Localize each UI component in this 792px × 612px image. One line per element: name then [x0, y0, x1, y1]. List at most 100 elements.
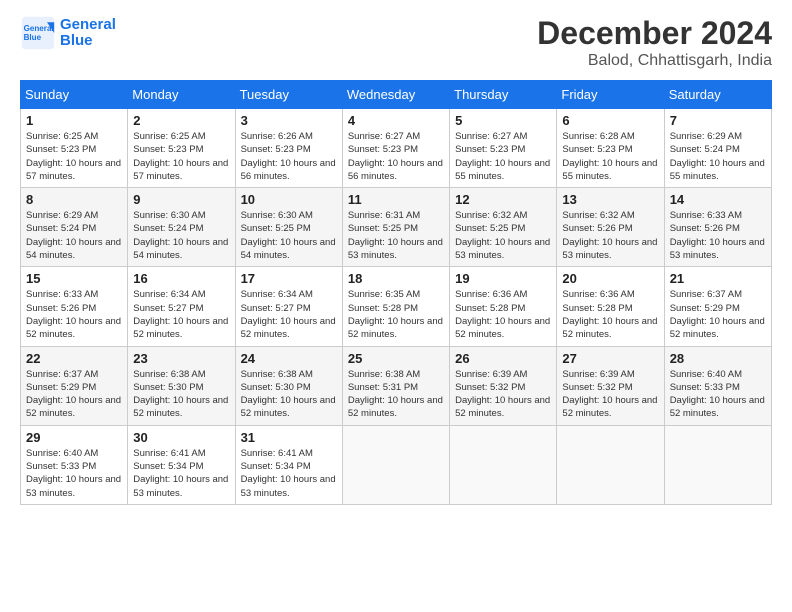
- day-info: Sunrise: 6:34 AM Sunset: 5:27 PM Dayligh…: [133, 288, 229, 341]
- day-info: Sunrise: 6:40 AM Sunset: 5:33 PM Dayligh…: [26, 447, 122, 500]
- calendar-cell: 13 Sunrise: 6:32 AM Sunset: 5:26 PM Dayl…: [557, 188, 664, 267]
- logo-text: General Blue: [60, 17, 116, 50]
- day-number: 7: [670, 113, 766, 128]
- day-info: Sunrise: 6:38 AM Sunset: 5:31 PM Dayligh…: [348, 368, 444, 421]
- calendar-cell: 6 Sunrise: 6:28 AM Sunset: 5:23 PM Dayli…: [557, 109, 664, 188]
- day-info: Sunrise: 6:25 AM Sunset: 5:23 PM Dayligh…: [133, 130, 229, 183]
- day-info: Sunrise: 6:32 AM Sunset: 5:25 PM Dayligh…: [455, 209, 551, 262]
- day-info: Sunrise: 6:37 AM Sunset: 5:29 PM Dayligh…: [26, 368, 122, 421]
- calendar-cell: 19 Sunrise: 6:36 AM Sunset: 5:28 PM Dayl…: [450, 267, 557, 346]
- day-number: 19: [455, 271, 551, 286]
- weekday-header-saturday: Saturday: [664, 81, 771, 109]
- calendar-cell: 26 Sunrise: 6:39 AM Sunset: 5:32 PM Dayl…: [450, 346, 557, 425]
- week-row-1: 1 Sunrise: 6:25 AM Sunset: 5:23 PM Dayli…: [21, 109, 772, 188]
- header: General Blue General Blue December 2024 …: [20, 15, 772, 70]
- day-number: 17: [241, 271, 337, 286]
- day-info: Sunrise: 6:25 AM Sunset: 5:23 PM Dayligh…: [26, 130, 122, 183]
- day-number: 28: [670, 351, 766, 366]
- day-info: Sunrise: 6:33 AM Sunset: 5:26 PM Dayligh…: [670, 209, 766, 262]
- calendar-cell: 18 Sunrise: 6:35 AM Sunset: 5:28 PM Dayl…: [342, 267, 449, 346]
- calendar-cell: 30 Sunrise: 6:41 AM Sunset: 5:34 PM Dayl…: [128, 425, 235, 504]
- day-number: 11: [348, 192, 444, 207]
- calendar-cell: 25 Sunrise: 6:38 AM Sunset: 5:31 PM Dayl…: [342, 346, 449, 425]
- day-info: Sunrise: 6:26 AM Sunset: 5:23 PM Dayligh…: [241, 130, 337, 183]
- calendar-cell: 14 Sunrise: 6:33 AM Sunset: 5:26 PM Dayl…: [664, 188, 771, 267]
- day-number: 5: [455, 113, 551, 128]
- title-block: December 2024 Balod, Chhattisgarh, India: [537, 15, 772, 70]
- day-number: 12: [455, 192, 551, 207]
- day-info: Sunrise: 6:41 AM Sunset: 5:34 PM Dayligh…: [241, 447, 337, 500]
- day-info: Sunrise: 6:32 AM Sunset: 5:26 PM Dayligh…: [562, 209, 658, 262]
- day-number: 20: [562, 271, 658, 286]
- day-info: Sunrise: 6:36 AM Sunset: 5:28 PM Dayligh…: [455, 288, 551, 341]
- svg-text:Blue: Blue: [24, 33, 42, 42]
- day-number: 29: [26, 430, 122, 445]
- day-info: Sunrise: 6:41 AM Sunset: 5:34 PM Dayligh…: [133, 447, 229, 500]
- day-info: Sunrise: 6:29 AM Sunset: 5:24 PM Dayligh…: [26, 209, 122, 262]
- day-number: 18: [348, 271, 444, 286]
- calendar-cell: 2 Sunrise: 6:25 AM Sunset: 5:23 PM Dayli…: [128, 109, 235, 188]
- day-info: Sunrise: 6:30 AM Sunset: 5:24 PM Dayligh…: [133, 209, 229, 262]
- week-row-2: 8 Sunrise: 6:29 AM Sunset: 5:24 PM Dayli…: [21, 188, 772, 267]
- page: General Blue General Blue December 2024 …: [0, 0, 792, 520]
- calendar-cell: [342, 425, 449, 504]
- day-number: 25: [348, 351, 444, 366]
- calendar-cell: 3 Sunrise: 6:26 AM Sunset: 5:23 PM Dayli…: [235, 109, 342, 188]
- weekday-header-tuesday: Tuesday: [235, 81, 342, 109]
- day-number: 9: [133, 192, 229, 207]
- calendar-cell: 16 Sunrise: 6:34 AM Sunset: 5:27 PM Dayl…: [128, 267, 235, 346]
- calendar-cell: 24 Sunrise: 6:38 AM Sunset: 5:30 PM Dayl…: [235, 346, 342, 425]
- calendar-cell: 20 Sunrise: 6:36 AM Sunset: 5:28 PM Dayl…: [557, 267, 664, 346]
- day-number: 3: [241, 113, 337, 128]
- day-number: 14: [670, 192, 766, 207]
- calendar-cell: 9 Sunrise: 6:30 AM Sunset: 5:24 PM Dayli…: [128, 188, 235, 267]
- day-info: Sunrise: 6:27 AM Sunset: 5:23 PM Dayligh…: [348, 130, 444, 183]
- day-info: Sunrise: 6:27 AM Sunset: 5:23 PM Dayligh…: [455, 130, 551, 183]
- calendar-cell: 4 Sunrise: 6:27 AM Sunset: 5:23 PM Dayli…: [342, 109, 449, 188]
- day-info: Sunrise: 6:38 AM Sunset: 5:30 PM Dayligh…: [133, 368, 229, 421]
- day-number: 1: [26, 113, 122, 128]
- month-title: December 2024: [537, 15, 772, 52]
- weekday-header-thursday: Thursday: [450, 81, 557, 109]
- svg-text:General: General: [24, 24, 54, 33]
- calendar-cell: 5 Sunrise: 6:27 AM Sunset: 5:23 PM Dayli…: [450, 109, 557, 188]
- calendar-cell: [450, 425, 557, 504]
- day-number: 6: [562, 113, 658, 128]
- calendar-cell: 7 Sunrise: 6:29 AM Sunset: 5:24 PM Dayli…: [664, 109, 771, 188]
- day-info: Sunrise: 6:39 AM Sunset: 5:32 PM Dayligh…: [562, 368, 658, 421]
- day-number: 23: [133, 351, 229, 366]
- day-number: 30: [133, 430, 229, 445]
- week-row-4: 22 Sunrise: 6:37 AM Sunset: 5:29 PM Dayl…: [21, 346, 772, 425]
- calendar-cell: 22 Sunrise: 6:37 AM Sunset: 5:29 PM Dayl…: [21, 346, 128, 425]
- calendar-cell: [664, 425, 771, 504]
- calendar-cell: 10 Sunrise: 6:30 AM Sunset: 5:25 PM Dayl…: [235, 188, 342, 267]
- calendar-cell: 11 Sunrise: 6:31 AM Sunset: 5:25 PM Dayl…: [342, 188, 449, 267]
- weekday-header-sunday: Sunday: [21, 81, 128, 109]
- weekday-header-monday: Monday: [128, 81, 235, 109]
- day-number: 31: [241, 430, 337, 445]
- day-number: 4: [348, 113, 444, 128]
- day-number: 22: [26, 351, 122, 366]
- day-info: Sunrise: 6:38 AM Sunset: 5:30 PM Dayligh…: [241, 368, 337, 421]
- day-number: 26: [455, 351, 551, 366]
- day-info: Sunrise: 6:31 AM Sunset: 5:25 PM Dayligh…: [348, 209, 444, 262]
- calendar-cell: 21 Sunrise: 6:37 AM Sunset: 5:29 PM Dayl…: [664, 267, 771, 346]
- location-title: Balod, Chhattisgarh, India: [537, 52, 772, 70]
- calendar-cell: 23 Sunrise: 6:38 AM Sunset: 5:30 PM Dayl…: [128, 346, 235, 425]
- day-info: Sunrise: 6:30 AM Sunset: 5:25 PM Dayligh…: [241, 209, 337, 262]
- weekday-header-friday: Friday: [557, 81, 664, 109]
- day-info: Sunrise: 6:28 AM Sunset: 5:23 PM Dayligh…: [562, 130, 658, 183]
- day-info: Sunrise: 6:39 AM Sunset: 5:32 PM Dayligh…: [455, 368, 551, 421]
- calendar-cell: 12 Sunrise: 6:32 AM Sunset: 5:25 PM Dayl…: [450, 188, 557, 267]
- day-number: 2: [133, 113, 229, 128]
- day-number: 16: [133, 271, 229, 286]
- calendar-cell: 15 Sunrise: 6:33 AM Sunset: 5:26 PM Dayl…: [21, 267, 128, 346]
- day-info: Sunrise: 6:34 AM Sunset: 5:27 PM Dayligh…: [241, 288, 337, 341]
- calendar-cell: 29 Sunrise: 6:40 AM Sunset: 5:33 PM Dayl…: [21, 425, 128, 504]
- day-info: Sunrise: 6:36 AM Sunset: 5:28 PM Dayligh…: [562, 288, 658, 341]
- day-info: Sunrise: 6:37 AM Sunset: 5:29 PM Dayligh…: [670, 288, 766, 341]
- logo: General Blue General Blue: [20, 15, 116, 51]
- calendar-table: SundayMondayTuesdayWednesdayThursdayFrid…: [20, 80, 772, 505]
- calendar-cell: 27 Sunrise: 6:39 AM Sunset: 5:32 PM Dayl…: [557, 346, 664, 425]
- day-number: 10: [241, 192, 337, 207]
